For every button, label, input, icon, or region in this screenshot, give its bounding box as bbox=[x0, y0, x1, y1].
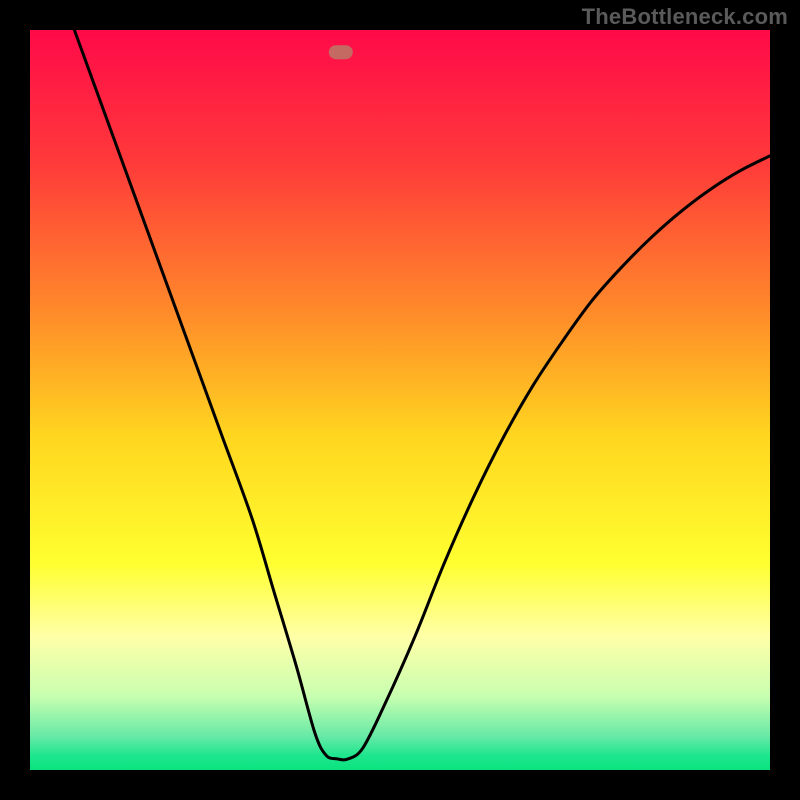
bottleneck-chart bbox=[0, 0, 800, 800]
watermark-text: TheBottleneck.com bbox=[582, 4, 788, 30]
plot-background bbox=[30, 30, 770, 770]
chart-frame: TheBottleneck.com bbox=[0, 0, 800, 800]
optimum-marker bbox=[329, 45, 353, 59]
